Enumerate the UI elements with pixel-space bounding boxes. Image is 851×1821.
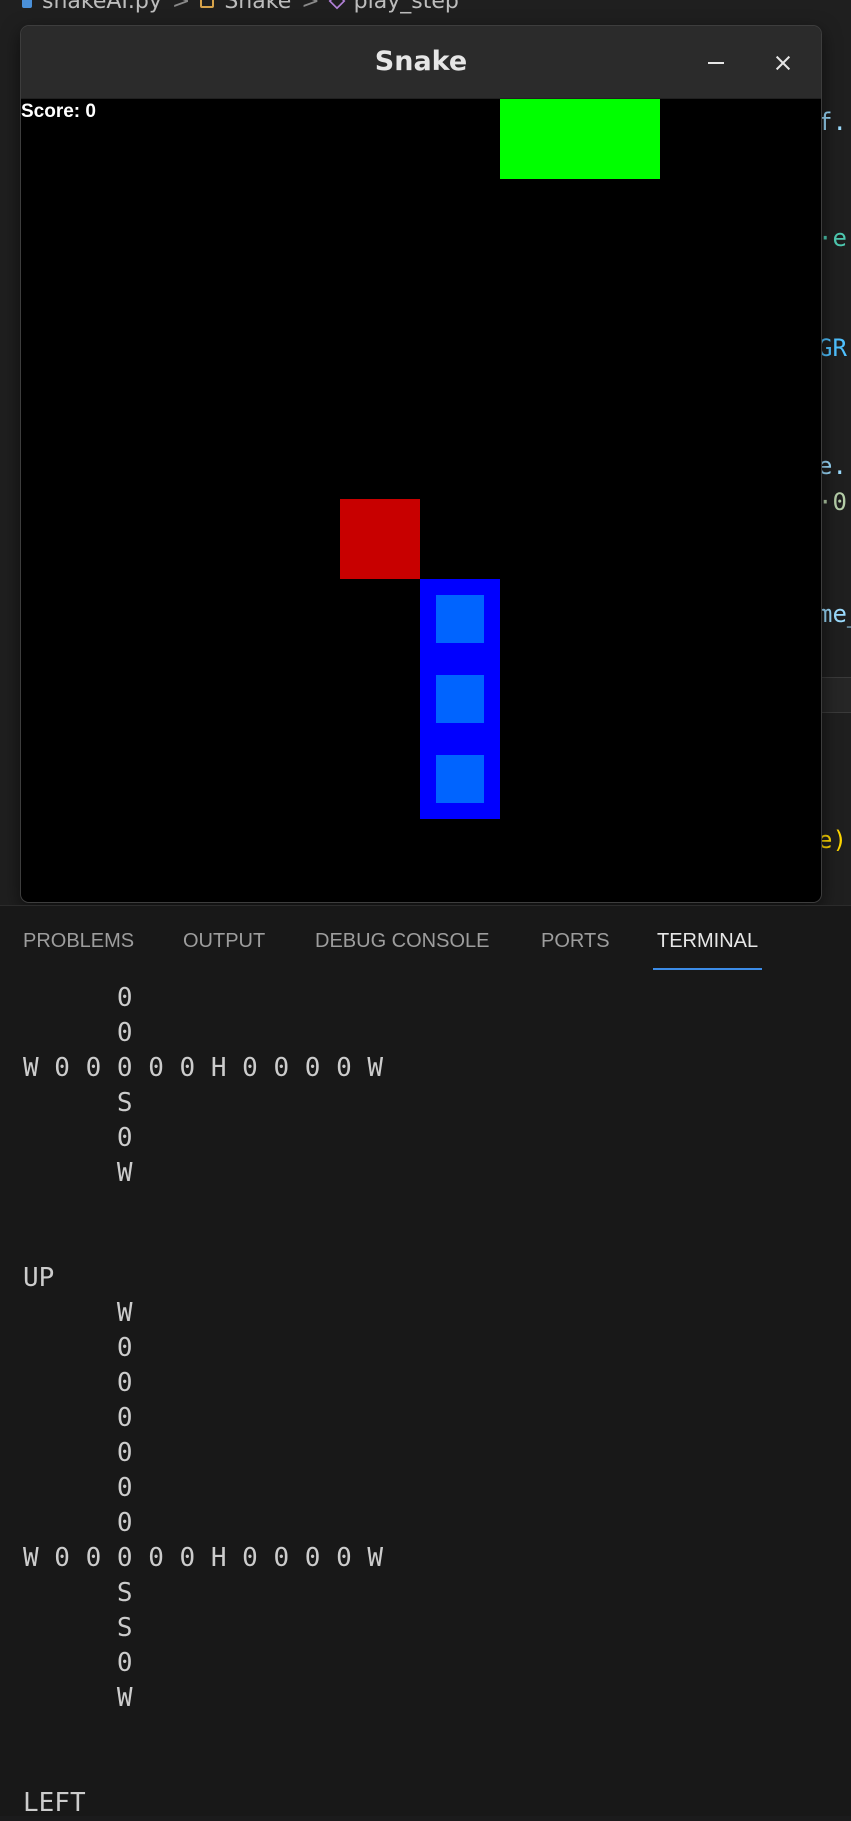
terminal-line: LEFT bbox=[23, 1788, 86, 1818]
terminal-line: 0 bbox=[23, 1018, 133, 1048]
code-fragment: f. bbox=[818, 108, 847, 136]
python-file-icon bbox=[22, 0, 32, 8]
terminal-line: 0 bbox=[23, 1508, 133, 1538]
terminal-line: 0 bbox=[23, 983, 133, 1013]
code-fragment: ·0 bbox=[818, 488, 847, 516]
terminal-line: S bbox=[23, 1578, 133, 1608]
terminal-line: 0 bbox=[23, 1333, 133, 1363]
code-editor-visible-edge[interactable]: f. ·e GR e. ·0 me_ e) bbox=[818, 86, 851, 905]
snake-segment-inner bbox=[436, 595, 484, 643]
code-fragment: e. bbox=[818, 452, 847, 480]
peek-separator bbox=[818, 677, 851, 713]
breadcrumb-file[interactable]: snakeAI.py bbox=[42, 0, 162, 14]
code-fragment: ·e bbox=[818, 224, 847, 252]
breadcrumb-separator: > bbox=[171, 0, 191, 14]
terminal-line: W 0 0 0 0 0 H 0 0 0 0 W bbox=[23, 1053, 384, 1083]
snake-game-window[interactable]: Snake Score: 0 bbox=[20, 25, 822, 903]
tab-terminal[interactable]: TERMINAL bbox=[652, 906, 763, 970]
close-button[interactable] bbox=[768, 48, 798, 78]
terminal-line: W bbox=[23, 1298, 133, 1328]
game-canvas[interactable]: Score: 0 bbox=[21, 99, 821, 902]
terminal-line: W bbox=[23, 1158, 133, 1188]
code-fragment: e) bbox=[818, 826, 847, 854]
method-icon bbox=[328, 0, 346, 10]
terminal-line: W 0 0 0 0 0 H 0 0 0 0 W bbox=[23, 1543, 384, 1573]
class-icon bbox=[200, 0, 215, 8]
code-fragment: GR bbox=[818, 334, 847, 362]
tab-output[interactable]: OUTPUT bbox=[183, 906, 265, 962]
score-label: Score: 0 bbox=[21, 101, 96, 122]
food-block bbox=[340, 499, 420, 579]
code-fragment: me_ bbox=[818, 600, 851, 628]
minimize-button[interactable] bbox=[701, 48, 731, 78]
snake-segment bbox=[420, 659, 500, 739]
terminal-line: 0 bbox=[23, 1403, 133, 1433]
snake-segment-inner bbox=[436, 675, 484, 723]
tab-debug-console[interactable]: DEBUG CONSOLE bbox=[315, 906, 489, 962]
breadcrumb: snakeAI.py > Snake > play_step bbox=[0, 0, 851, 16]
terminal-line: UP bbox=[23, 1263, 55, 1293]
breadcrumb-method[interactable]: play_step bbox=[354, 0, 459, 14]
terminal-line: 0 bbox=[23, 1438, 133, 1468]
breadcrumb-separator: > bbox=[301, 0, 320, 14]
green-block bbox=[500, 99, 660, 179]
bottom-panel: PROBLEMS OUTPUT DEBUG CONSOLE PORTS TERM… bbox=[0, 905, 851, 1818]
snake-segment bbox=[420, 739, 500, 819]
window-titlebar[interactable]: Snake bbox=[21, 26, 821, 98]
snake-segment-inner bbox=[436, 755, 484, 803]
terminal-line: S bbox=[23, 1613, 133, 1643]
breadcrumb-class[interactable]: Snake bbox=[224, 0, 291, 14]
snake-head bbox=[420, 579, 500, 659]
terminal-line: S bbox=[23, 1088, 133, 1118]
terminal-output[interactable]: 0 0 W 0 0 0 0 0 H 0 0 0 0 W S 0 W UP W 0… bbox=[23, 981, 823, 1818]
terminal-line: 0 bbox=[23, 1473, 133, 1503]
panel-tab-bar: PROBLEMS OUTPUT DEBUG CONSOLE PORTS TERM… bbox=[0, 906, 851, 970]
terminal-line: 0 bbox=[23, 1648, 133, 1678]
tab-ports[interactable]: PORTS bbox=[541, 906, 610, 962]
terminal-line: 0 bbox=[23, 1368, 133, 1398]
terminal-line: 0 bbox=[23, 1123, 133, 1153]
terminal-line: W bbox=[23, 1683, 133, 1713]
tab-problems[interactable]: PROBLEMS bbox=[23, 906, 134, 962]
